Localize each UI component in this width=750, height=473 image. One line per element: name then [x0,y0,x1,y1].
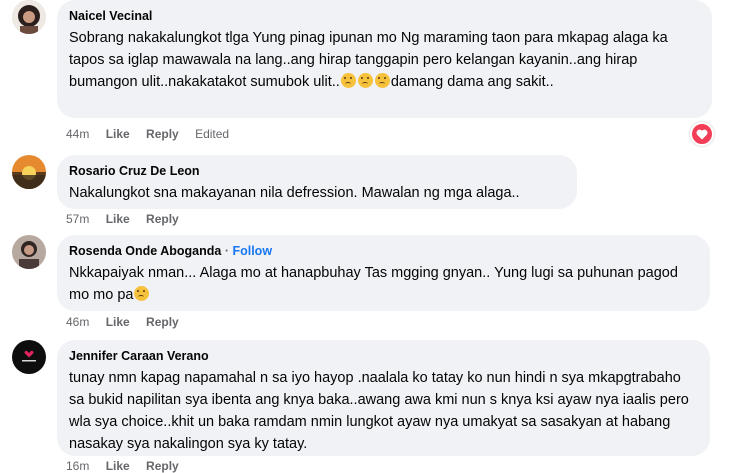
avatar[interactable] [12,0,46,34]
comment-text: tunay nmn kapag napamahal n sa iyo hayop… [69,370,689,452]
timestamp[interactable]: 46m [66,315,89,329]
comment-bubble: Naicel Vecinal Sobrang nakakalungkot tlg… [57,0,712,118]
comment-bubble: Rosenda Onde Aboganda · Follow Nkkapaiya… [57,235,710,311]
comment-meta: 16m Like Reply [66,459,192,473]
comment-meta: 46m Like Reply [66,315,192,329]
heart-reaction-icon[interactable] [690,122,714,146]
comment-text: Nakalungkot sna makayanan nila defressio… [69,185,520,201]
comment-bubble: Jennifer Caraan Verano tunay nmn kapag n… [57,340,710,456]
reply-button[interactable]: Reply [146,127,179,141]
like-button[interactable]: Like [106,459,130,473]
comment-author[interactable]: Naicel Vecinal [69,8,700,24]
comment-text: Sobrang nakakalungkot tlga Yung pinag ip… [69,30,668,90]
timestamp[interactable]: 57m [66,212,89,226]
edited-label: Edited [195,127,230,141]
crying-emoji-icon [134,286,150,301]
separator-dot: · [224,244,229,258]
crying-emoji-icon [357,73,373,88]
avatar[interactable] [12,155,46,189]
like-button[interactable]: Like [106,212,130,226]
follow-button[interactable]: Follow [232,244,272,258]
comment-bubble: Rosario Cruz De Leon Nakalungkot sna mak… [57,155,577,209]
avatar[interactable] [12,235,46,269]
comment-author[interactable]: Jennifer Caraan Verano [69,348,698,364]
comment-author-line: Rosenda Onde Aboganda · Follow [69,243,698,259]
comment-text: Nkkapaiyak nman... Alaga mo at hanapbuha… [69,265,678,303]
like-button[interactable]: Like [106,315,130,329]
timestamp[interactable]: 16m [66,459,89,473]
crying-emoji-icon [374,73,390,88]
avatar[interactable] [12,340,46,374]
comment-meta: 44m Like Reply Edited [66,127,242,141]
comment-author[interactable]: Rosenda Onde Aboganda [69,244,221,258]
crying-emoji-icon [340,73,356,88]
comment-author[interactable]: Rosario Cruz De Leon [69,163,565,179]
timestamp[interactable]: 44m [66,127,89,141]
comment-meta: 57m Like Reply [66,212,192,226]
reply-button[interactable]: Reply [146,212,179,226]
like-button[interactable]: Like [106,127,130,141]
reply-button[interactable]: Reply [146,315,179,329]
reply-button[interactable]: Reply [146,459,179,473]
